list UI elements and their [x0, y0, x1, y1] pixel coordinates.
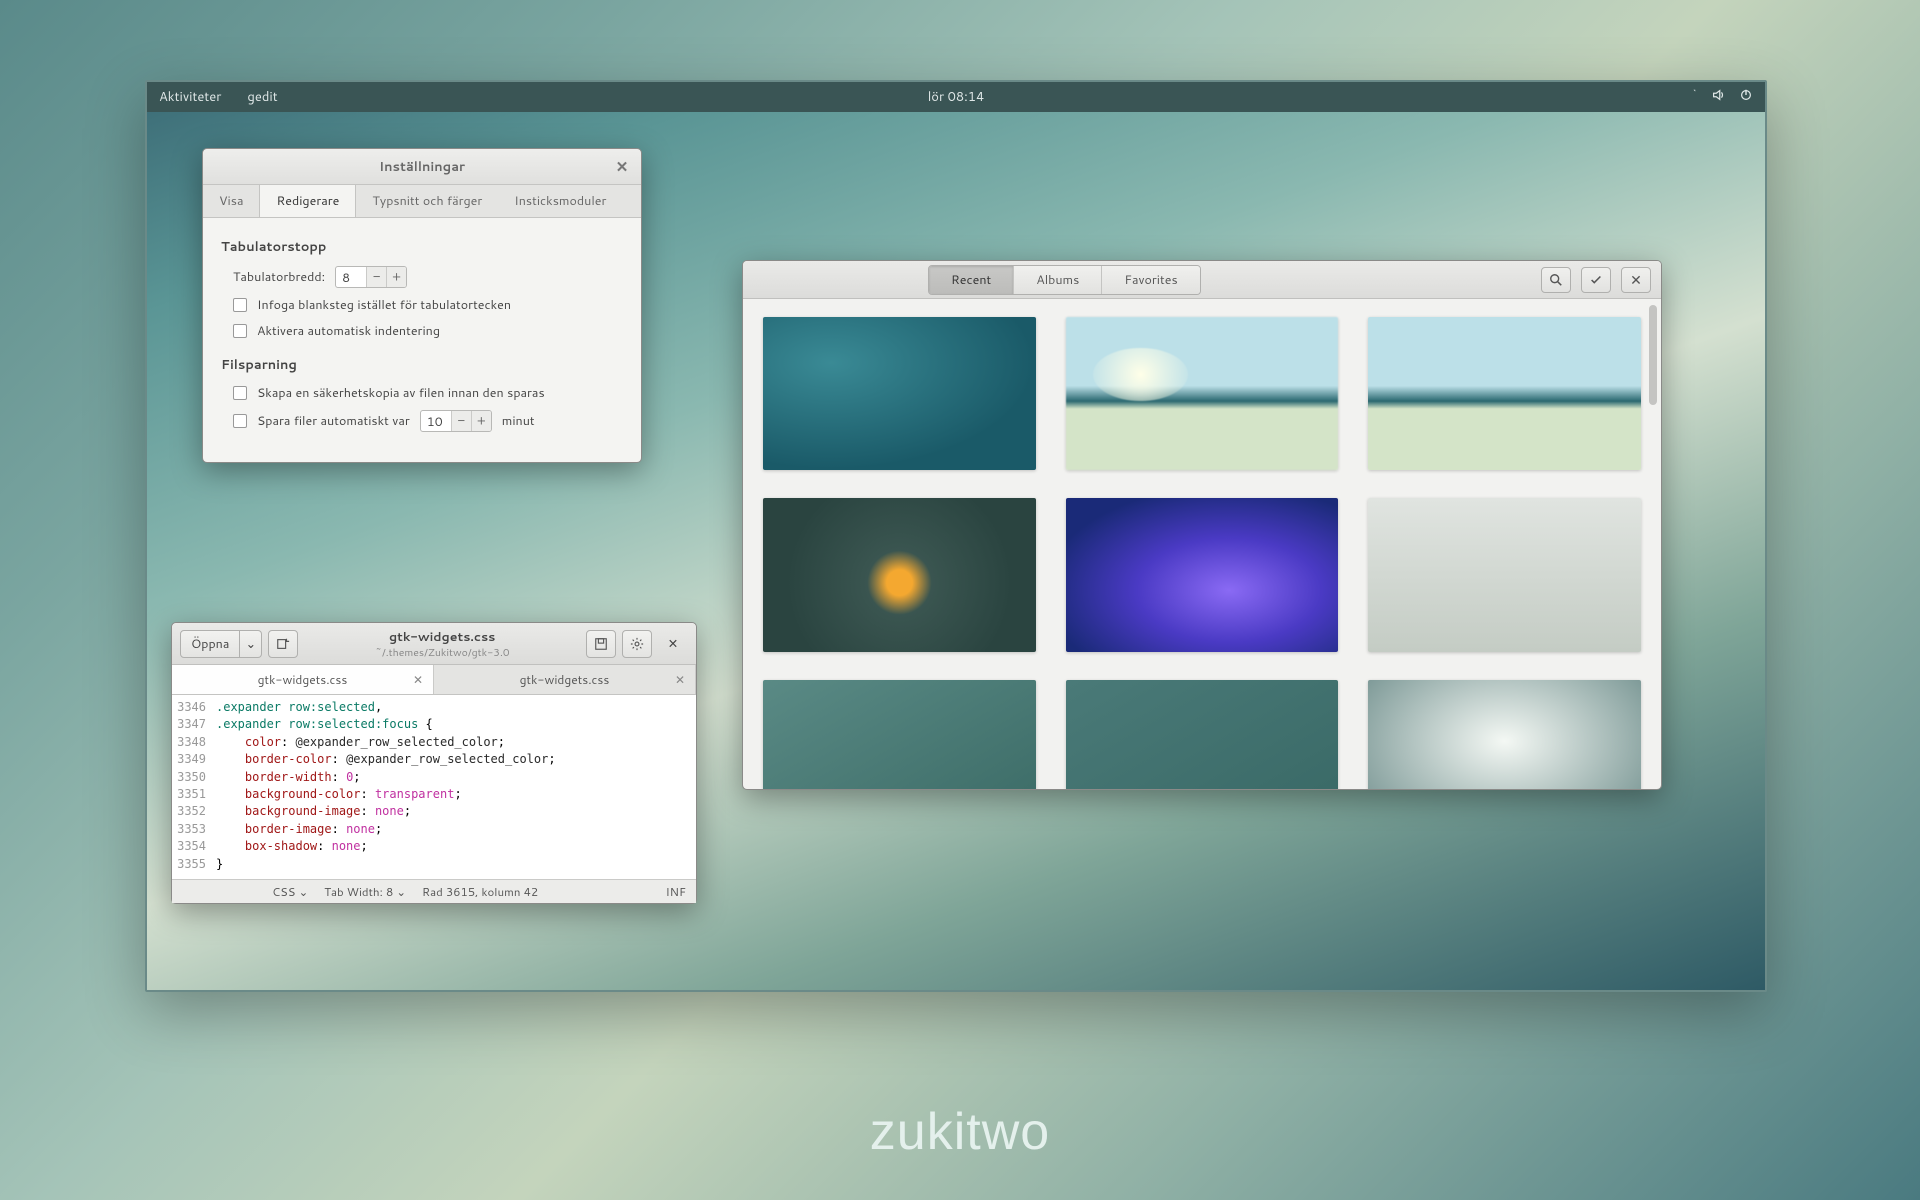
activities-button[interactable]: Aktiviteter [159, 88, 221, 106]
window-titlebar[interactable]: Inställningar ✕ [203, 149, 641, 185]
preferences-window: Inställningar ✕ Visa Redigerare Typsnitt… [202, 148, 642, 463]
window-title: Inställningar [379, 158, 465, 176]
open-button[interactable]: Öppna [180, 630, 240, 658]
photo-thumb[interactable] [763, 680, 1036, 789]
status-mode: INF [666, 883, 686, 900]
tab-editor[interactable]: Redigerare [259, 185, 356, 217]
close-icon[interactable]: ✕ [613, 158, 631, 176]
minus-icon[interactable]: − [366, 267, 386, 287]
checkbox-autosave[interactable] [233, 414, 247, 428]
tabwidth-label: Tabulatorbredd: [233, 268, 325, 286]
seg-favorites[interactable]: Favorites [1101, 266, 1199, 294]
checkbox-backup[interactable] [233, 386, 247, 400]
view-switcher: Recent Albums Favorites [928, 265, 1201, 295]
clock[interactable]: lör 08:14 [690, 88, 1221, 106]
close-icon[interactable]: ✕ [658, 630, 688, 658]
code-editor[interactable]: 3346.expander row:selected,3347.expander… [172, 695, 696, 879]
section-saving: Filsparning [221, 356, 623, 374]
gedit-window: Öppna⌄ gtk-widgets.css ~/.themes/Zukitwo… [171, 622, 697, 904]
photo-thumb[interactable] [1368, 680, 1641, 789]
autosave-spinner[interactable]: 10 − + [420, 410, 492, 432]
tab-close-icon[interactable]: ✕ [675, 671, 685, 688]
photo-grid [743, 299, 1661, 789]
new-tab-icon[interactable] [268, 630, 298, 658]
photo-thumb[interactable] [1368, 498, 1641, 651]
statusbar: CSS ⌄ Tab Width: 8 ⌄ Rad 3615, kolumn 42… [172, 879, 696, 903]
tab-plugins[interactable]: Insticksmoduler [498, 185, 622, 217]
tab-close-icon[interactable]: ✕ [413, 671, 423, 688]
photo-thumb[interactable] [1066, 498, 1339, 651]
select-icon[interactable] [1581, 267, 1611, 293]
scrollbar[interactable] [1649, 305, 1657, 405]
photo-thumb[interactable] [1066, 680, 1339, 789]
open-dropdown[interactable]: ⌄ [240, 630, 262, 658]
photos-window: Recent Albums Favorites ✕ [742, 260, 1662, 790]
checkbox-insert-spaces[interactable] [233, 298, 247, 312]
gnome-topbar: Aktiviteter gedit lör 08:14 [147, 82, 1765, 112]
editor-tab[interactable]: gtk-widgets.css✕ [434, 665, 696, 694]
power-icon[interactable] [1739, 88, 1753, 107]
status-tabwidth[interactable]: Tab Width: 8 ⌄ [324, 883, 406, 900]
editor-tab[interactable]: gtk-widgets.css✕ [172, 665, 434, 694]
accessibility-icon[interactable] [1683, 88, 1697, 107]
photo-thumb[interactable] [763, 317, 1036, 470]
photo-thumb[interactable] [1066, 317, 1339, 470]
gedit-title: gtk-widgets.css ~/.themes/Zukitwo/gtk-3.… [304, 628, 580, 660]
prefs-tabs: Visa Redigerare Typsnitt och färger Inst… [203, 185, 641, 218]
seg-albums[interactable]: Albums [1013, 266, 1101, 294]
volume-icon[interactable] [1711, 88, 1725, 107]
minus-icon[interactable]: − [451, 411, 471, 431]
close-icon[interactable]: ✕ [1621, 267, 1651, 293]
gear-icon[interactable] [622, 630, 652, 658]
status-lang[interactable]: CSS ⌄ [272, 883, 308, 900]
plus-icon[interactable]: + [386, 267, 406, 287]
plus-icon[interactable]: + [471, 411, 491, 431]
save-icon[interactable] [586, 630, 616, 658]
tab-fonts[interactable]: Typsnitt och färger [356, 185, 498, 217]
app-menu[interactable]: gedit [247, 88, 277, 106]
section-tabstop: Tabulatorstopp [221, 238, 623, 256]
checkbox-auto-indent[interactable] [233, 324, 247, 338]
photo-thumb[interactable] [1368, 317, 1641, 470]
seg-recent[interactable]: Recent [929, 266, 1013, 294]
photo-thumb[interactable] [763, 498, 1036, 651]
tabwidth-spinner[interactable]: 8 − + [335, 266, 407, 288]
theme-label: zukitwo [0, 1102, 1920, 1162]
status-cursor: Rad 3615, kolumn 42 [422, 883, 538, 900]
tab-view[interactable]: Visa [203, 185, 259, 217]
search-icon[interactable] [1541, 267, 1571, 293]
